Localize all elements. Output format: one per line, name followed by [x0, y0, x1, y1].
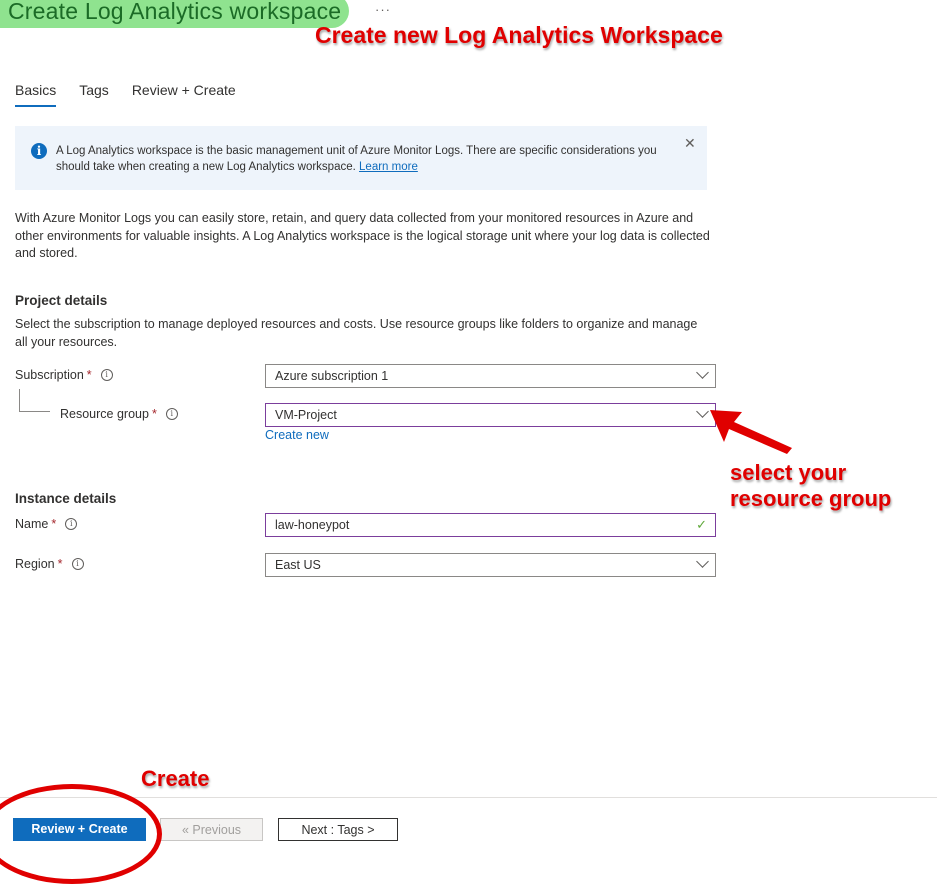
project-details-description: Select the subscription to manage deploy…: [15, 317, 698, 349]
page-title: Create Log Analytics workspace: [0, 0, 350, 28]
required-marker: *: [57, 557, 63, 571]
name-input[interactable]: law-honeypot ✓: [265, 513, 716, 537]
resource-group-label: Resource group * i: [60, 407, 178, 421]
project-details-heading: Project details: [15, 293, 108, 308]
region-value: East US: [275, 558, 321, 572]
region-label: Region * i: [15, 557, 84, 571]
annotation-rg-line1: select your: [730, 460, 847, 485]
annotation-rg-line2: resource group: [730, 486, 892, 511]
chevron-down-icon: [696, 555, 709, 568]
name-label: Name * i: [15, 517, 78, 531]
region-label-text: Region: [15, 557, 55, 571]
region-dropdown[interactable]: East US: [265, 553, 716, 577]
learn-more-link[interactable]: Learn more: [359, 161, 418, 173]
name-label-text: Name: [15, 517, 49, 531]
info-banner-message: A Log Analytics workspace is the basic m…: [56, 145, 657, 173]
info-icon: i: [31, 143, 47, 159]
subscription-value: Azure subscription 1: [275, 369, 389, 383]
required-marker: *: [151, 407, 157, 421]
tree-connector: [19, 411, 50, 412]
tab-basics[interactable]: Basics: [15, 82, 57, 107]
close-icon[interactable]: ✕: [684, 135, 696, 152]
subscription-label: Subscription * i: [15, 368, 113, 382]
name-value: law-honeypot: [275, 518, 350, 532]
info-banner-text: A Log Analytics workspace is the basic m…: [56, 143, 666, 175]
resource-group-dropdown[interactable]: VM-Project: [265, 403, 716, 427]
intro-description: With Azure Monitor Logs you can easily s…: [15, 211, 710, 260]
required-marker: *: [51, 517, 57, 531]
chevron-down-icon: [696, 366, 709, 379]
check-icon: ✓: [696, 517, 707, 532]
info-tooltip-icon[interactable]: i: [65, 518, 78, 530]
info-tooltip-icon[interactable]: i: [71, 558, 84, 570]
info-tooltip-icon[interactable]: i: [165, 408, 178, 420]
tab-bar: Basics Tags Review + Create: [15, 82, 236, 107]
instance-details-heading: Instance details: [15, 491, 117, 506]
info-tooltip-icon[interactable]: i: [100, 369, 113, 381]
tree-connector: [19, 389, 20, 412]
tab-review-create[interactable]: Review + Create: [132, 82, 236, 107]
subscription-dropdown[interactable]: Azure subscription 1: [265, 364, 716, 388]
annotation-create-note: Create: [141, 766, 210, 791]
required-marker: *: [86, 368, 92, 382]
footer-divider: [0, 797, 937, 798]
annotation-resource-group-note: select your resource group: [730, 460, 891, 512]
subscription-label-text: Subscription: [15, 368, 84, 382]
annotation-arrow-icon: [710, 410, 792, 454]
review-create-button[interactable]: Review + Create: [13, 818, 146, 841]
create-new-resource-group-link[interactable]: Create new: [265, 428, 329, 442]
previous-button[interactable]: « Previous: [160, 818, 263, 841]
resource-group-label-text: Resource group: [60, 407, 149, 421]
next-tags-button[interactable]: Next : Tags >: [278, 818, 398, 841]
more-options-button[interactable]: ···: [375, 2, 391, 17]
tab-tags[interactable]: Tags: [79, 82, 109, 107]
chevron-down-icon: [696, 405, 709, 418]
resource-group-value: VM-Project: [275, 408, 337, 422]
info-banner: i A Log Analytics workspace is the basic…: [15, 126, 707, 190]
annotation-title-note: Create new Log Analytics Workspace: [315, 22, 723, 48]
